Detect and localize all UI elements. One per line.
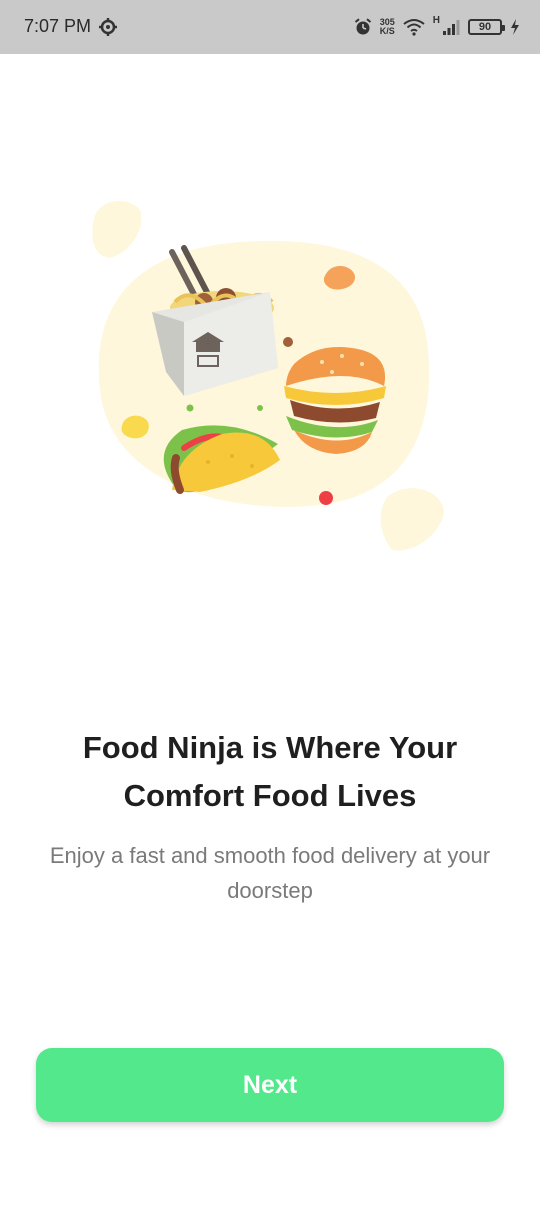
- onboarding-headline: Food Ninja is Where Your Comfort Food Li…: [82, 730, 458, 813]
- status-time: 7:07 PM: [24, 16, 92, 36]
- status-bar: 7:07 PM 305 K/S H 90: [0, 0, 540, 54]
- onboarding-subtitle: Enjoy a fast and smooth food delivery at…: [49, 843, 491, 903]
- alarm-icon: [354, 18, 371, 35]
- network-type: H: [432, 14, 440, 26]
- signal-icon: [443, 20, 460, 35]
- charging-icon: [511, 19, 519, 35]
- gear-icon: [99, 18, 117, 36]
- battery-level: 90: [478, 21, 492, 33]
- net-speed: 305 K/S: [380, 18, 395, 36]
- status-icons: 305 K/S H 90: [354, 14, 520, 40]
- food-illustration: [92, 200, 444, 551]
- wifi-icon: [403, 19, 425, 36]
- next-button[interactable]: Next: [36, 1048, 504, 1122]
- battery-icon: 90: [468, 19, 505, 35]
- net-speed-unit: K/S: [379, 26, 395, 36]
